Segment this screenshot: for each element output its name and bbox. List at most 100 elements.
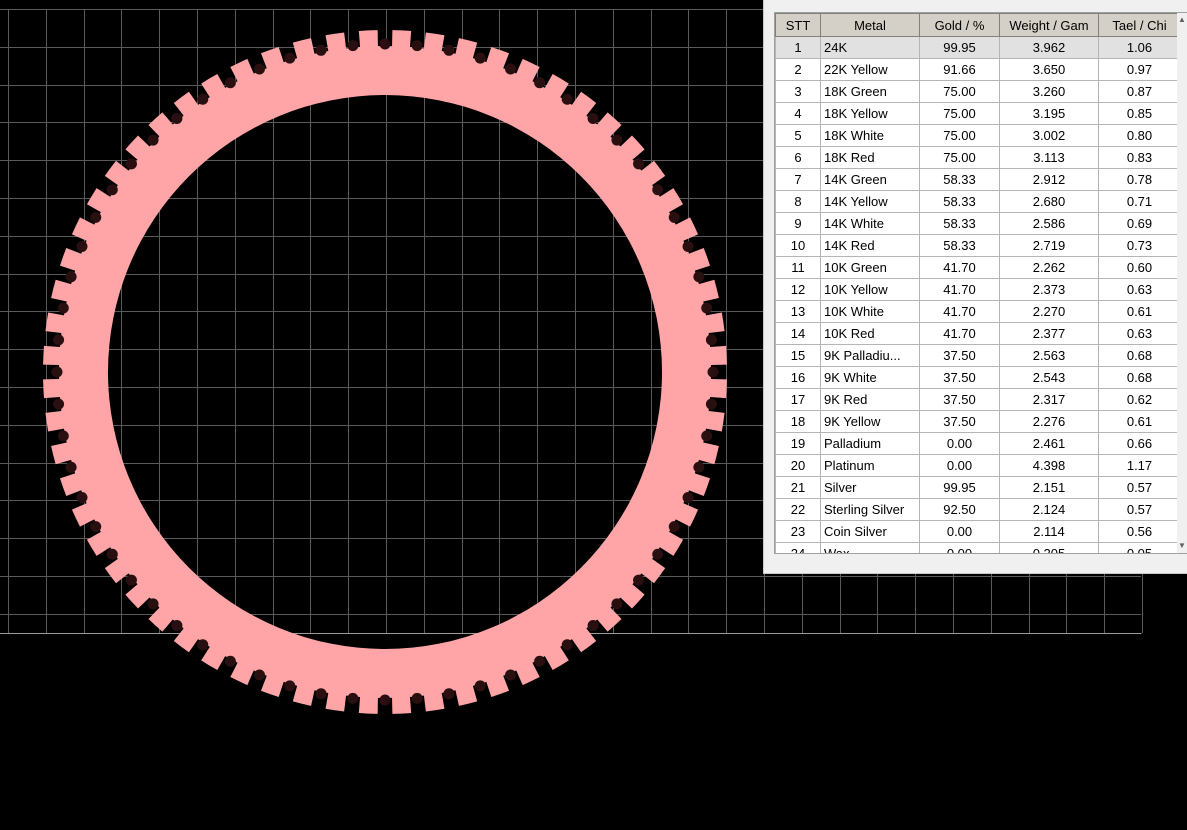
- cell-metal: Sterling Silver: [820, 498, 920, 521]
- cell-tael: 1.17: [1098, 454, 1181, 477]
- cell-tael: 0.60: [1098, 256, 1181, 279]
- table-row[interactable]: 4 18K Yellow 75.00 3.195 0.85: [775, 102, 1181, 125]
- table-row[interactable]: 11 10K Green 41.70 2.262 0.60: [775, 256, 1181, 279]
- slot-notch: [90, 211, 102, 223]
- cell-tael: 0.83: [1098, 146, 1181, 169]
- cell-tael: 0.73: [1098, 234, 1181, 257]
- slot-notch: [253, 669, 265, 681]
- cell-gold: 37.50: [919, 344, 1000, 367]
- cell-tael: 0.66: [1098, 432, 1181, 455]
- slot-notch: [705, 334, 717, 346]
- cell-weight: 2.586: [999, 212, 1099, 235]
- cell-stt: 8: [775, 190, 821, 213]
- table-row[interactable]: 16 9K White 37.50 2.543 0.68: [775, 366, 1181, 389]
- cell-weight: 4.398: [999, 454, 1099, 477]
- table-row[interactable]: 8 14K Yellow 58.33 2.680 0.71: [775, 190, 1181, 213]
- cell-stt: 16: [775, 366, 821, 389]
- table-row[interactable]: 2 22K Yellow 91.66 3.650 0.97: [775, 58, 1181, 81]
- cell-metal: 9K Red: [820, 388, 920, 411]
- table-row[interactable]: 24 Wax 0.00 0.205 0.05: [775, 542, 1181, 553]
- cell-metal: 18K Yellow: [820, 102, 920, 125]
- table-row[interactable]: 14 10K Red 41.70 2.377 0.63: [775, 322, 1181, 345]
- column-header-gold[interactable]: Gold / %: [919, 13, 1000, 37]
- table-row[interactable]: 21 Silver 99.95 2.151 0.57: [775, 476, 1181, 499]
- cell-gold: 41.70: [919, 278, 1000, 301]
- metal-table: STT Metal Gold / % Weight / Gam Tael / C…: [775, 13, 1181, 553]
- metal-table-frame: STT Metal Gold / % Weight / Gam Tael / C…: [774, 12, 1187, 554]
- cell-weight: 2.270: [999, 300, 1099, 323]
- cell-tael: 0.87: [1098, 80, 1181, 103]
- table-row[interactable]: 6 18K Red 75.00 3.113 0.83: [775, 146, 1181, 169]
- scroll-up-icon[interactable]: ▲: [1177, 13, 1187, 27]
- table-row[interactable]: 23 Coin Silver 0.00 2.114 0.56: [775, 520, 1181, 543]
- cell-weight: 3.260: [999, 80, 1099, 103]
- cell-weight: 2.373: [999, 278, 1099, 301]
- column-header-tael[interactable]: Tael / Chi: [1098, 13, 1181, 37]
- slot-notch: [474, 680, 486, 692]
- table-row[interactable]: 20 Platinum 0.00 4.398 1.17: [775, 454, 1181, 477]
- cell-stt: 9: [775, 212, 821, 235]
- cell-weight: 2.276: [999, 410, 1099, 433]
- cell-gold: 75.00: [919, 80, 1000, 103]
- cell-weight: 3.113: [999, 146, 1099, 169]
- slot-notch: [693, 461, 705, 473]
- slot-notch: [76, 492, 88, 504]
- cell-gold: 58.33: [919, 190, 1000, 213]
- table-row[interactable]: 7 14K Green 58.33 2.912 0.78: [775, 168, 1181, 191]
- slot-notch: [611, 134, 623, 146]
- slot-notch: [505, 669, 517, 681]
- slot-notch: [76, 240, 88, 252]
- slot-notch: [197, 93, 209, 105]
- cell-gold: 58.33: [919, 234, 1000, 257]
- slot-notch: [707, 366, 719, 378]
- table-row[interactable]: 17 9K Red 37.50 2.317 0.62: [775, 388, 1181, 411]
- cell-gold: 37.50: [919, 410, 1000, 433]
- table-row[interactable]: 9 14K White 58.33 2.586 0.69: [775, 212, 1181, 235]
- cell-metal: 9K Yellow: [820, 410, 920, 433]
- cell-gold: 0.00: [919, 432, 1000, 455]
- table-row[interactable]: 18 9K Yellow 37.50 2.276 0.61: [775, 410, 1181, 433]
- cell-weight: 2.262: [999, 256, 1099, 279]
- table-row[interactable]: 1 24K 99.95 3.962 1.06: [775, 36, 1181, 59]
- table-scrollbar[interactable]: ▲ ▼: [1177, 13, 1187, 553]
- slot-notch: [347, 40, 359, 52]
- cell-weight: 2.124: [999, 498, 1099, 521]
- table-row[interactable]: 15 9K Palladiu... 37.50 2.563 0.68: [775, 344, 1181, 367]
- slot-notch: [701, 302, 713, 314]
- slot-notch: [682, 240, 694, 252]
- cell-stt: 19: [775, 432, 821, 455]
- slot-notch: [53, 398, 65, 410]
- column-header-weight[interactable]: Weight / Gam: [999, 13, 1099, 37]
- cell-stt: 14: [775, 322, 821, 345]
- scroll-down-icon[interactable]: ▼: [1177, 539, 1187, 553]
- cell-metal: 14K White: [820, 212, 920, 235]
- table-row[interactable]: 19 Palladium 0.00 2.461 0.66: [775, 432, 1181, 455]
- table-row[interactable]: 12 10K Yellow 41.70 2.373 0.63: [775, 278, 1181, 301]
- slot-notch: [224, 655, 236, 667]
- slot-notch: [587, 620, 599, 632]
- cell-metal: Palladium: [820, 432, 920, 455]
- table-row[interactable]: 10 14K Red 58.33 2.719 0.73: [775, 234, 1181, 257]
- cell-gold: 37.50: [919, 366, 1000, 389]
- slot-notch: [411, 692, 423, 704]
- cell-metal: Silver: [820, 476, 920, 499]
- slot-notch: [701, 430, 713, 442]
- slot-notch: [147, 134, 159, 146]
- slot-notch: [561, 93, 573, 105]
- cell-metal: 24K: [820, 36, 920, 59]
- slot-notch: [125, 574, 137, 586]
- cell-gold: 58.33: [919, 212, 1000, 235]
- table-row[interactable]: 3 18K Green 75.00 3.260 0.87: [775, 80, 1181, 103]
- cell-weight: 3.962: [999, 36, 1099, 59]
- cell-tael: 0.71: [1098, 190, 1181, 213]
- table-row[interactable]: 13 10K White 41.70 2.270 0.61: [775, 300, 1181, 323]
- cell-metal: 14K Green: [820, 168, 920, 191]
- column-header-metal[interactable]: Metal: [820, 13, 920, 37]
- column-header-stt[interactable]: STT: [775, 13, 821, 37]
- cell-gold: 75.00: [919, 124, 1000, 147]
- toothed-ring-model[interactable]: [43, 30, 727, 714]
- table-row[interactable]: 5 18K White 75.00 3.002 0.80: [775, 124, 1181, 147]
- cell-weight: 2.680: [999, 190, 1099, 213]
- table-row[interactable]: 22 Sterling Silver 92.50 2.124 0.57: [775, 498, 1181, 521]
- slot-notch: [53, 334, 65, 346]
